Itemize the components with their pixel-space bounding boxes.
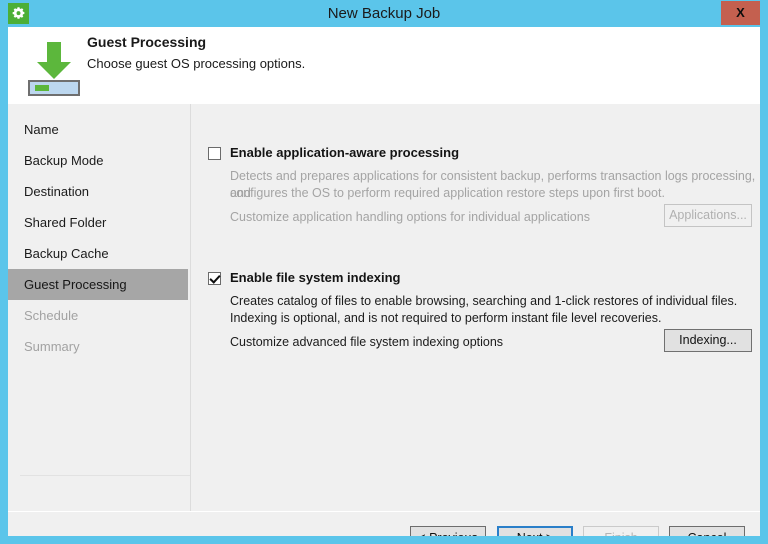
enable-file-system-indexing-checkbox[interactable]: [208, 272, 221, 285]
wizard-header: Guest Processing Choose guest OS process…: [8, 27, 760, 104]
enable-file-system-indexing-row[interactable]: Enable file system indexing: [208, 270, 401, 285]
next-button[interactable]: Next >: [497, 526, 573, 536]
title-bar: New Backup Job X: [0, 0, 768, 27]
file-indexing-description-line-1: Creates catalog of files to enable brows…: [230, 294, 738, 308]
sidebar-item-backup-mode[interactable]: Backup Mode: [8, 145, 188, 176]
previous-button[interactable]: < Previous: [410, 526, 486, 536]
application-aware-description-line-2: configures the OS to perform required ap…: [230, 186, 665, 200]
applications-button[interactable]: Applications...: [664, 204, 752, 227]
enable-file-system-indexing-label: Enable file system indexing: [230, 270, 401, 285]
sidebar-item-summary: Summary: [24, 339, 80, 354]
sidebar-item-guest-processing[interactable]: Guest Processing: [8, 269, 188, 300]
sidebar-item-schedule: Schedule: [24, 308, 79, 323]
enable-application-aware-processing-row[interactable]: Enable application-aware processing: [208, 145, 459, 160]
sidebar-item-destination[interactable]: Destination: [8, 176, 188, 207]
dialog-footer: < Previous Next > Finish Cancel: [8, 512, 760, 536]
customize-indexing-label: Customize advanced file system indexing …: [230, 335, 504, 349]
page-title: Guest Processing: [87, 34, 207, 50]
cancel-button[interactable]: Cancel: [669, 526, 745, 536]
main-content: Enable application-aware processing Dete…: [191, 104, 760, 511]
close-icon[interactable]: X: [721, 1, 760, 25]
finish-button: Finish: [583, 526, 659, 536]
indexing-button[interactable]: Indexing...: [664, 329, 752, 352]
file-indexing-description-line-2: Indexing is optional, and is not require…: [230, 311, 662, 325]
sidebar-item-backup-cache[interactable]: Backup Cache: [8, 238, 188, 269]
new-backup-job-window: New Backup Job X Guest Processing Choose…: [0, 0, 768, 544]
dialog-client-area: Guest Processing Choose guest OS process…: [8, 27, 760, 536]
enable-application-aware-processing-checkbox[interactable]: [208, 147, 221, 160]
page-subtitle: Choose guest OS processing options.: [87, 56, 306, 71]
sidebar-item-name[interactable]: Name: [8, 114, 188, 145]
customize-applications-label: Customize application handling options f…: [230, 210, 590, 224]
download-arrow-to-drive-icon: [24, 37, 84, 97]
sidebar-divider-bottom: [20, 475, 190, 476]
sidebar-item-shared-folder[interactable]: Shared Folder: [8, 207, 188, 238]
enable-application-aware-processing-label: Enable application-aware processing: [230, 145, 460, 160]
window-title: New Backup Job: [327, 5, 441, 22]
wizard-step-list: Name Backup Mode Destination Shared Fold…: [8, 104, 190, 484]
